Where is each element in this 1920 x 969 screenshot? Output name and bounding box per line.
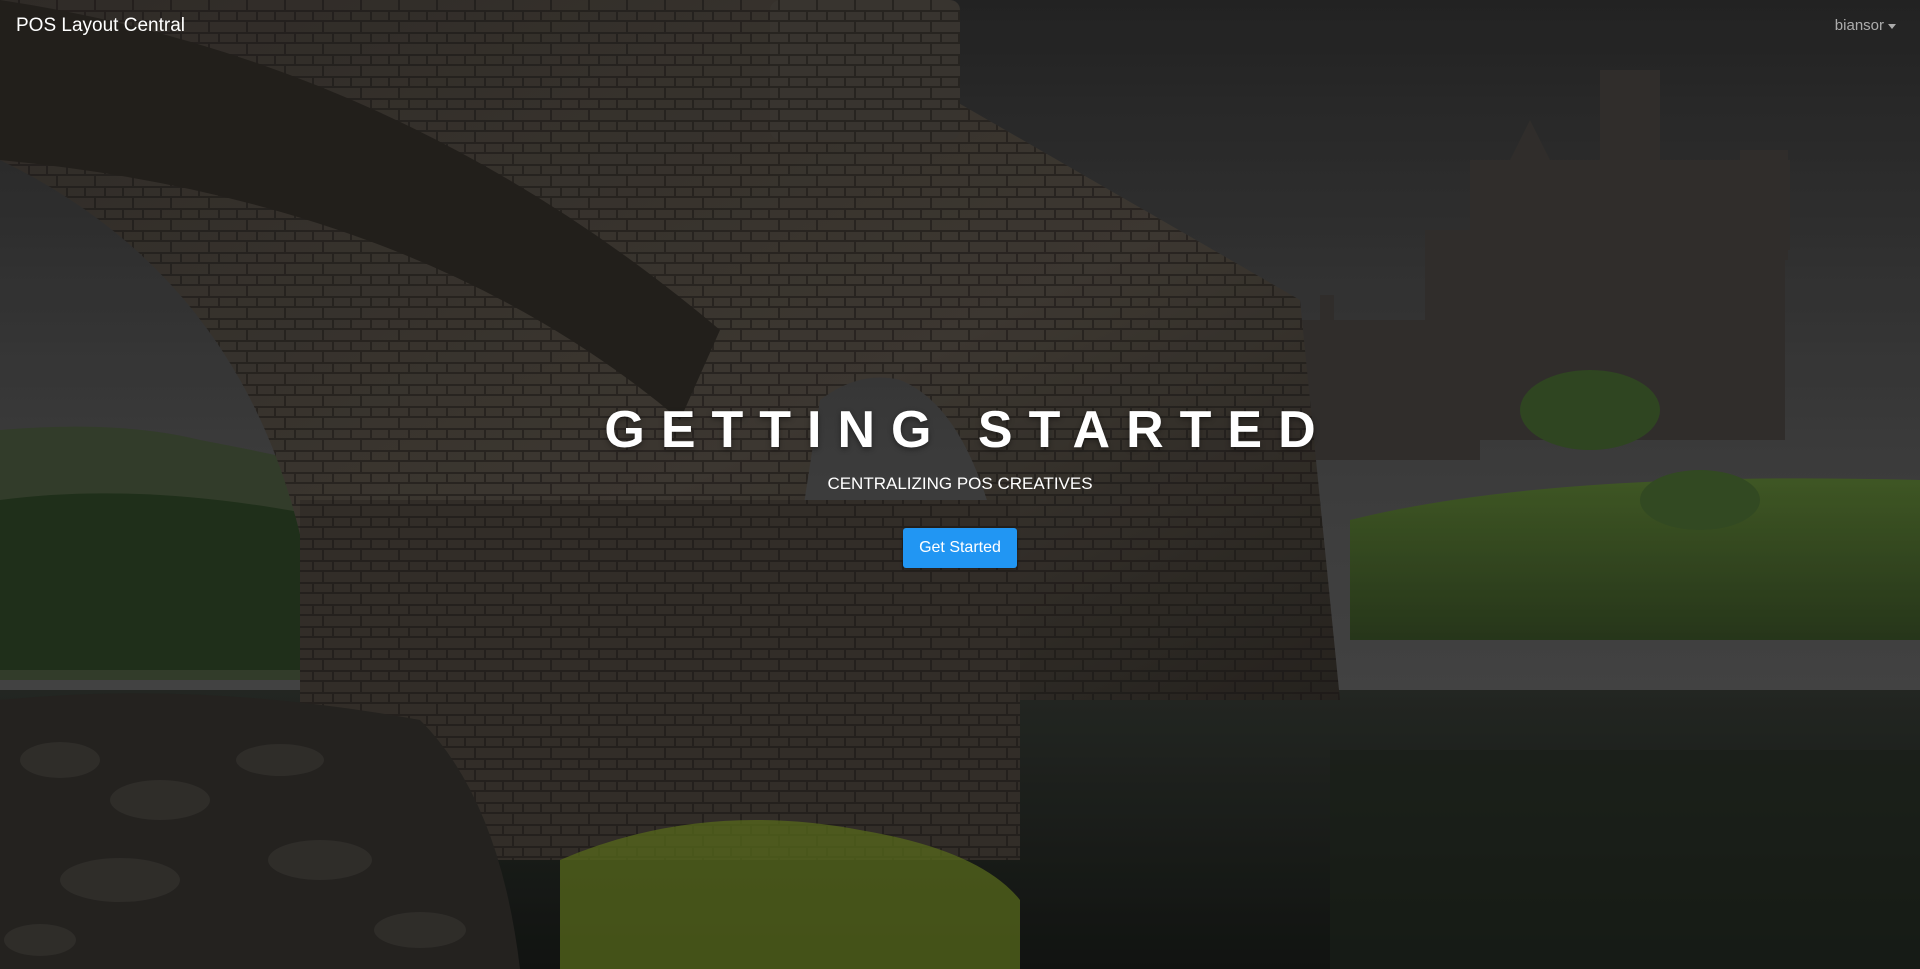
caret-down-icon bbox=[1888, 23, 1896, 29]
hero-content: GETTING STARTED CENTRALIZING POS CREATIV… bbox=[0, 400, 1920, 568]
get-started-button[interactable]: Get Started bbox=[903, 528, 1017, 568]
page-subtitle: CENTRALIZING POS CREATIVES bbox=[827, 474, 1093, 493]
user-menu-dropdown[interactable]: biansor bbox=[1835, 17, 1896, 34]
brand-link[interactable]: POS Layout Central bbox=[16, 15, 185, 37]
page-title: GETTING STARTED bbox=[604, 401, 1332, 459]
hero-section: POS Layout Central biansor GETTING START… bbox=[0, 0, 1920, 969]
user-name: biansor bbox=[1834, 17, 1884, 34]
top-navbar: POS Layout Central biansor bbox=[0, 0, 1920, 54]
